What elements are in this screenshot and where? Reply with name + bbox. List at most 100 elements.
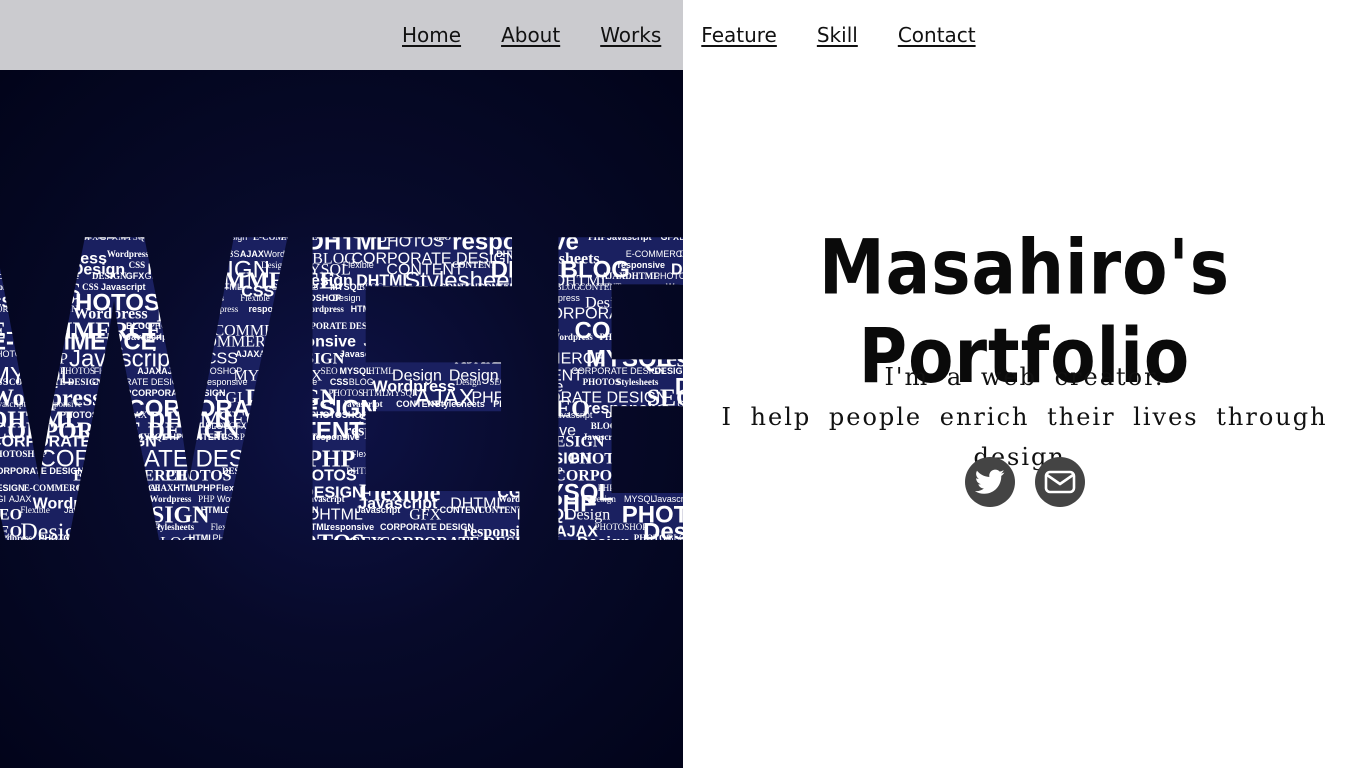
svg-text:HTML: HTML	[201, 505, 226, 515]
twitter-button[interactable]	[965, 457, 1015, 507]
svg-text:Wordpress: Wordpress	[642, 293, 683, 303]
svg-text:Flexible: Flexible	[20, 505, 50, 515]
svg-text:HTML: HTML	[351, 304, 376, 314]
nav-works[interactable]: Works	[600, 23, 661, 47]
svg-text:GFX: GFX	[147, 232, 166, 242]
svg-text:CONTENT: CONTENT	[517, 282, 561, 292]
svg-text:MYSQL: MYSQL	[175, 377, 207, 387]
nav-skill[interactable]: Skill	[817, 23, 858, 47]
svg-text:CSS: CSS	[221, 432, 240, 442]
svg-text:PHP: PHP	[598, 483, 615, 493]
svg-text:CORPORATE DESIGN: CORPORATE DESIGN	[0, 466, 84, 476]
nav-about[interactable]: About	[501, 23, 560, 47]
svg-text:PHOTOSHOP: PHOTOSHOP	[150, 321, 203, 331]
svg-text:HTML: HTML	[218, 282, 243, 292]
svg-text:Javascript: Javascript	[607, 232, 652, 242]
svg-text:E-COMMERCE: E-COMMERCE	[640, 221, 683, 231]
svg-text:AJAX: AJAX	[412, 349, 436, 359]
svg-text:BLOG: BLOG	[278, 483, 304, 493]
svg-text:MYSQL: MYSQL	[508, 293, 540, 303]
svg-text:BLOG: BLOG	[349, 377, 374, 387]
svg-text:HTML: HTML	[189, 533, 214, 543]
svg-text:Javascript: Javascript	[583, 432, 623, 442]
svg-text:GFX: GFX	[436, 421, 455, 431]
svg-text:HTML: HTML	[173, 483, 198, 493]
svg-text:Wordpress: Wordpress	[0, 271, 34, 281]
svg-text:AJAX: AJAX	[9, 494, 32, 504]
svg-text:AJAX: AJAX	[137, 366, 161, 376]
hero-image: WEBDESIGNresponsiveGFXDESIGNDESIGNWordpr…	[0, 70, 683, 768]
svg-text:Flexible: Flexible	[343, 260, 374, 270]
svg-text:PHOTOS: PHOTOS	[256, 466, 293, 476]
main-nav: Home About Works Feature Skill Contact	[402, 20, 976, 50]
svg-text:PHOTOS: PHOTOS	[213, 533, 251, 543]
svg-text:CORPORATE DESIGN: CORPORATE DESIGN	[425, 450, 592, 467]
svg-text:GFX: GFX	[348, 534, 382, 551]
svg-text:Javascript: Javascript	[126, 332, 171, 342]
svg-text:CORPORATE DESIGN: CORPORATE DESIGN	[0, 304, 78, 314]
svg-text:DESIGN: DESIGN	[92, 271, 127, 281]
svg-text:Stylesheets: Stylesheets	[394, 466, 435, 476]
svg-text:Javascript: Javascript	[64, 505, 105, 515]
svg-text:CORPORATE DESIGN: CORPORATE DESIGN	[438, 433, 605, 450]
svg-text:AJAX: AJAX	[601, 271, 625, 281]
social-links	[965, 457, 1085, 507]
svg-text:AJAX: AJAX	[150, 483, 174, 493]
svg-text:Design: Design	[47, 232, 73, 242]
svg-text:CSS: CSS	[205, 350, 238, 367]
svg-text:PHOTOS: PHOTOS	[583, 377, 620, 387]
svg-text:GFX: GFX	[394, 450, 427, 467]
svg-text:PHOTOS: PHOTOS	[39, 533, 77, 543]
svg-text:CSS: CSS	[393, 349, 409, 359]
svg-text:PHP: PHP	[374, 305, 406, 322]
svg-text:PHP: PHP	[588, 232, 606, 242]
web-word-collage: WEBDESIGNresponsiveGFXDESIGNDESIGNWordpr…	[0, 207, 683, 557]
svg-text:MYSQL: MYSQL	[330, 282, 363, 292]
svg-text:CONTENT: CONTENT	[440, 282, 484, 292]
svg-text:CONTENT: CONTENT	[653, 450, 683, 467]
svg-text:BLOG: BLOG	[48, 260, 73, 270]
svg-text:Wordpress: Wordpress	[200, 304, 239, 314]
svg-text:CONTENT: CONTENT	[396, 399, 440, 409]
svg-text:GFX: GFX	[99, 232, 118, 242]
svg-text:Flexible: Flexible	[211, 522, 241, 532]
mail-button[interactable]	[1035, 457, 1085, 507]
svg-text:DHTML: DHTML	[346, 466, 378, 476]
svg-text:CONTENT: CONTENT	[182, 432, 226, 442]
svg-text:SEO: SEO	[321, 366, 339, 376]
nav-contact[interactable]: Contact	[898, 23, 976, 47]
twitter-icon	[975, 469, 1005, 494]
svg-text:Flexible: Flexible	[94, 366, 125, 376]
svg-text:BLOG: BLOG	[662, 332, 683, 342]
svg-text:DHTML: DHTML	[469, 483, 500, 493]
svg-text:responsive: responsive	[452, 466, 500, 476]
svg-text:E-COMMERCE: E-COMMERCE	[626, 249, 683, 259]
svg-text:PHOTOS: PHOTOS	[60, 366, 95, 376]
svg-text:CONTENT: CONTENT	[274, 432, 318, 442]
svg-text:Javascript: Javascript	[364, 333, 444, 350]
svg-text:BLOG: BLOG	[150, 534, 194, 551]
svg-text:Javascript: Javascript	[340, 349, 385, 359]
svg-text:CSS: CSS	[436, 349, 455, 359]
svg-text:BLOG: BLOG	[591, 421, 617, 431]
svg-text:MYSQL: MYSQL	[617, 483, 649, 493]
svg-text:Design: Design	[577, 534, 630, 551]
svg-text:PHOTOS: PHOTOS	[615, 421, 652, 431]
svg-text:AJAX: AJAX	[235, 349, 259, 359]
svg-text:Wordpress: Wordpress	[107, 249, 149, 259]
svg-text:GFX: GFX	[126, 271, 145, 281]
svg-text:CORPORATE DESIGN: CORPORATE DESIGN	[92, 377, 185, 387]
nav-home[interactable]: Home	[402, 23, 461, 47]
svg-text:BLOG: BLOG	[205, 421, 230, 431]
svg-text:Design: Design	[332, 293, 360, 303]
svg-text:PHP: PHP	[197, 483, 216, 493]
nav-feature[interactable]: Feature	[701, 23, 777, 47]
svg-text:responsive: responsive	[272, 333, 357, 350]
svg-text:Flexible: Flexible	[351, 449, 382, 459]
svg-text:AJAX: AJAX	[455, 350, 498, 367]
svg-text:DESIGN: DESIGN	[466, 321, 501, 331]
svg-text:SEO: SEO	[260, 483, 278, 493]
svg-text:AJAX: AJAX	[161, 366, 185, 376]
svg-text:DESIGN: DESIGN	[283, 350, 345, 367]
svg-text:DESIGN: DESIGN	[116, 533, 151, 543]
